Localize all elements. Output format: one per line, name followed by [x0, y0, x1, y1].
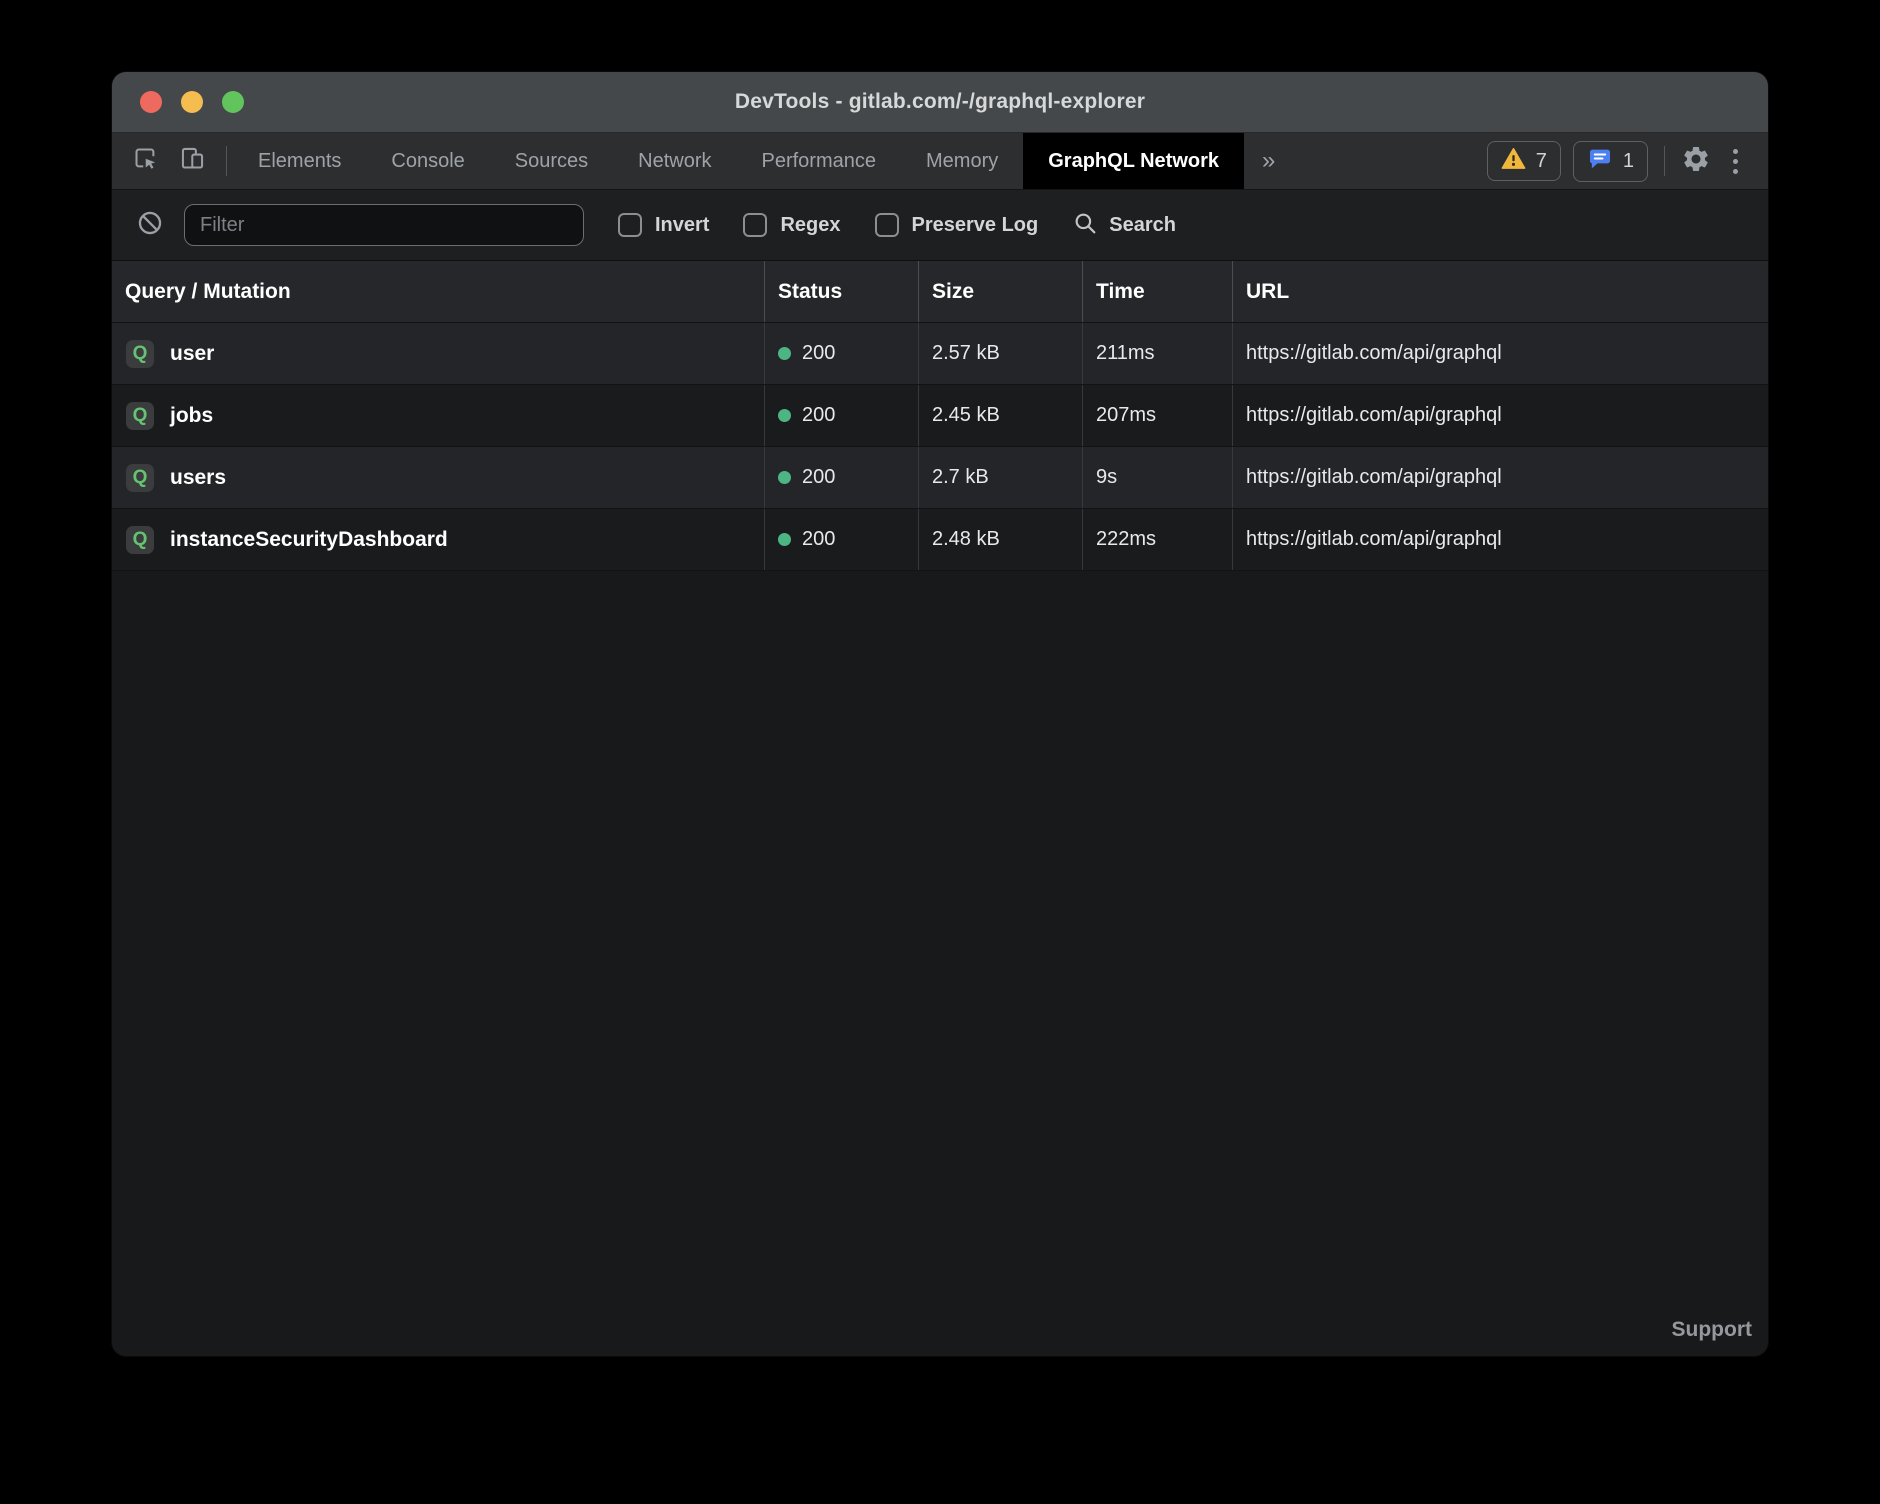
column-header-status[interactable]: Status	[764, 261, 918, 322]
status-code: 200	[802, 342, 835, 365]
settings-button[interactable]	[1681, 144, 1711, 179]
status-code: 200	[802, 528, 835, 551]
device-toolbar-button[interactable]	[179, 145, 206, 177]
query-badge: Q	[126, 526, 154, 554]
clear-log-button[interactable]	[136, 209, 164, 242]
checkbox-icon	[618, 213, 642, 237]
checkbox-icon	[875, 213, 899, 237]
traffic-lights	[140, 91, 244, 113]
tab-memory[interactable]: Memory	[901, 133, 1023, 189]
query-name: users	[170, 466, 226, 490]
tab-performance[interactable]: Performance	[737, 133, 902, 189]
window-title: DevTools - gitlab.com/-/graphql-explorer	[112, 90, 1768, 114]
device-toolbar-icon	[179, 145, 206, 177]
invert-checkbox[interactable]: Invert	[618, 213, 709, 237]
gear-icon	[1681, 144, 1711, 179]
response-time: 207ms	[1096, 404, 1156, 427]
kebab-menu-icon	[1733, 149, 1738, 174]
response-time: 222ms	[1096, 528, 1156, 551]
status-ok-dot	[778, 471, 791, 484]
messages-badge[interactable]: 1	[1573, 141, 1648, 182]
tab-network[interactable]: Network	[613, 133, 736, 189]
controls-divider	[1664, 146, 1665, 176]
regex-label: Regex	[780, 214, 840, 237]
preserve-log-checkbox[interactable]: Preserve Log	[875, 213, 1039, 237]
table-row-instance-security-dashboard[interactable]: Q instanceSecurityDashboard 200 2.48 kB …	[112, 509, 1768, 571]
warning-icon	[1501, 147, 1526, 175]
query-name: jobs	[170, 404, 213, 428]
request-url: https://gitlab.com/api/graphql	[1246, 342, 1502, 365]
left-toolbar	[112, 133, 220, 189]
table-row-jobs[interactable]: Q jobs 200 2.45 kB 207ms https://gitlab.…	[112, 385, 1768, 447]
graphql-network-panel: Query / Mutation Status Size Time URL Q …	[112, 261, 1768, 1356]
response-size: 2.57 kB	[932, 342, 1000, 365]
search-toggle[interactable]: Search	[1072, 210, 1176, 241]
query-name: instanceSecurityDashboard	[170, 528, 448, 552]
filter-bar: Invert Regex Preserve Log Search	[112, 190, 1768, 261]
regex-checkbox[interactable]: Regex	[743, 213, 840, 237]
message-count: 1	[1623, 150, 1634, 173]
chevron-double-right-icon: »	[1262, 147, 1275, 175]
tab-console[interactable]: Console	[366, 133, 489, 189]
request-url: https://gitlab.com/api/graphql	[1246, 466, 1502, 489]
devtools-tab-bar: Elements Console Sources Network Perform…	[112, 133, 1768, 190]
support-link[interactable]: Support	[1672, 1318, 1752, 1342]
table-row-user[interactable]: Q user 200 2.57 kB 211ms https://gitlab.…	[112, 323, 1768, 385]
query-badge: Q	[126, 340, 154, 368]
tab-graphql-network[interactable]: GraphQL Network	[1023, 133, 1244, 189]
column-header-query-mutation[interactable]: Query / Mutation	[112, 261, 764, 322]
response-time: 211ms	[1096, 342, 1155, 365]
right-toolbar: 7 1	[1487, 133, 1768, 189]
devtools-window: DevTools - gitlab.com/-/graphql-explorer	[112, 72, 1768, 1356]
more-tabs-button[interactable]: »	[1244, 133, 1293, 189]
status-code: 200	[802, 404, 835, 427]
inspect-element-button[interactable]	[132, 145, 159, 177]
block-icon	[136, 209, 164, 242]
panel-tabs: Elements Console Sources Network Perform…	[233, 133, 1244, 189]
request-url: https://gitlab.com/api/graphql	[1246, 404, 1502, 427]
response-time: 9s	[1096, 466, 1117, 489]
title-bar: DevTools - gitlab.com/-/graphql-explorer	[112, 72, 1768, 133]
status-ok-dot	[778, 347, 791, 360]
minimize-button[interactable]	[181, 91, 203, 113]
column-header-size[interactable]: Size	[918, 261, 1082, 322]
search-label: Search	[1109, 214, 1176, 237]
checkbox-icon	[743, 213, 767, 237]
request-url: https://gitlab.com/api/graphql	[1246, 528, 1502, 551]
warnings-badge[interactable]: 7	[1487, 141, 1561, 181]
warning-count: 7	[1536, 150, 1547, 173]
column-header-url[interactable]: URL	[1232, 261, 1768, 322]
query-badge: Q	[126, 402, 154, 430]
search-icon	[1072, 210, 1098, 241]
status-ok-dot	[778, 533, 791, 546]
tab-elements[interactable]: Elements	[233, 133, 366, 189]
table-header-row: Query / Mutation Status Size Time URL	[112, 261, 1768, 323]
close-button[interactable]	[140, 91, 162, 113]
filter-input[interactable]	[184, 204, 584, 246]
response-size: 2.48 kB	[932, 528, 1000, 551]
table-row-users[interactable]: Q users 200 2.7 kB 9s https://gitlab.com…	[112, 447, 1768, 509]
chat-bubble-icon	[1587, 147, 1613, 176]
preserve-log-label: Preserve Log	[912, 214, 1039, 237]
toolbar-divider	[226, 146, 227, 176]
invert-label: Invert	[655, 214, 709, 237]
response-size: 2.45 kB	[932, 404, 1000, 427]
menu-button[interactable]	[1723, 143, 1748, 180]
zoom-button[interactable]	[222, 91, 244, 113]
column-header-time[interactable]: Time	[1082, 261, 1232, 322]
response-size: 2.7 kB	[932, 466, 989, 489]
status-ok-dot	[778, 409, 791, 422]
inspect-icon	[132, 145, 159, 177]
query-badge: Q	[126, 464, 154, 492]
tab-sources[interactable]: Sources	[490, 133, 613, 189]
query-name: user	[170, 342, 214, 366]
status-code: 200	[802, 466, 835, 489]
